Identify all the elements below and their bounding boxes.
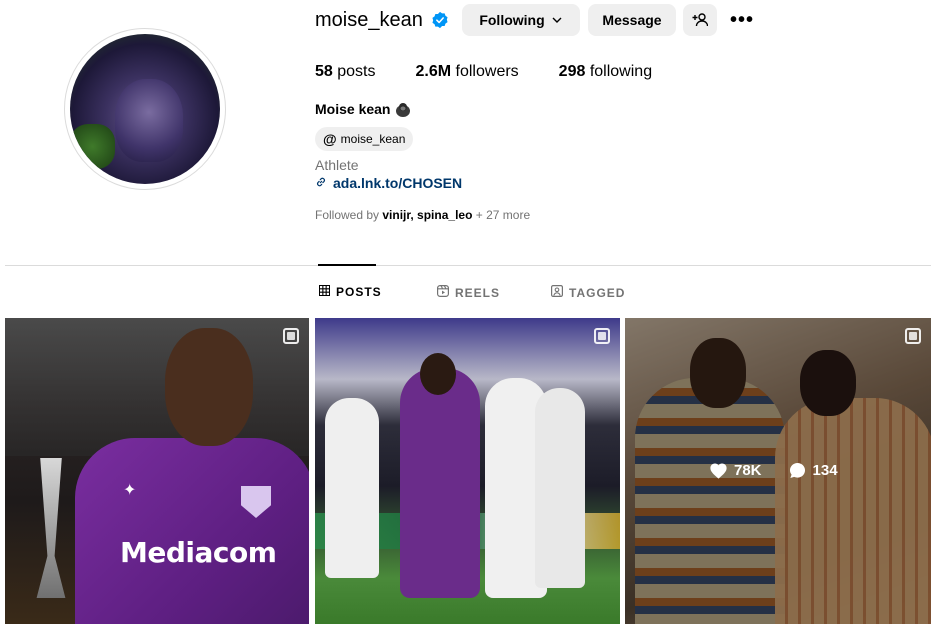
posts-count: 58 <box>315 63 333 80</box>
opponent-player <box>535 388 585 588</box>
chevron-down-icon <box>551 14 563 26</box>
bio-link[interactable]: ada.lnk.to/CHOSEN <box>315 175 462 191</box>
tab-reels-label: REELS <box>455 285 501 300</box>
post-thumbnail-1[interactable]: ✦ Mediacom <box>5 318 309 624</box>
followed-by-prefix: Followed by <box>315 208 380 222</box>
followers-count: 2.6M <box>415 63 452 80</box>
carousel-icon <box>905 328 921 344</box>
following-button-label: Following <box>479 12 545 28</box>
trophy-image <box>36 458 66 598</box>
profile-header: moise_kean Following Message ••• <box>315 4 775 36</box>
comments-count: 134 <box>812 462 838 479</box>
post-thumbnail-3[interactable]: 78K 134 <box>625 318 931 624</box>
following-label: following <box>589 63 653 80</box>
posts-label: posts <box>337 63 376 80</box>
player-head <box>165 328 253 446</box>
active-tab-indicator <box>318 264 376 266</box>
followed-by[interactable]: Followed by vinijr, spina_leo + 27 more <box>315 208 530 222</box>
following-button[interactable]: Following <box>462 4 580 36</box>
threads-handle: moise_kean <box>340 132 406 146</box>
threads-icon: @ <box>323 131 337 147</box>
player-head <box>420 353 456 395</box>
category-label: Athlete <box>315 157 359 173</box>
comments-stat: 134 <box>788 461 838 480</box>
posts-stat: 58 posts <box>315 63 376 81</box>
full-name: Moise kean <box>315 101 411 117</box>
followers-stat[interactable]: 2.6M followers <box>416 63 519 81</box>
tab-tagged[interactable]: TAGGED <box>551 285 625 300</box>
add-user-icon <box>692 12 708 28</box>
likes-stat: 78K <box>709 462 762 479</box>
threads-badge[interactable]: @ moise_kean <box>315 127 414 151</box>
carousel-icon <box>594 328 610 344</box>
carousel-icon <box>283 328 299 344</box>
suggested-users-button[interactable] <box>683 4 717 36</box>
kappa-logo-icon: ✦ <box>123 482 137 499</box>
post-hover-stats: 78K 134 <box>709 461 864 480</box>
purple-jersey <box>75 438 309 624</box>
profile-avatar[interactable] <box>64 28 226 190</box>
grid-icon <box>318 284 331 299</box>
avatar-gorilla <box>115 79 183 162</box>
tab-posts-label: POSTS <box>336 285 382 299</box>
message-button[interactable]: Message <box>588 4 676 36</box>
followed-by-names: vinijr, spina_leo <box>382 208 473 222</box>
jersey-sponsor: Mediacom <box>120 536 277 569</box>
avatar-image <box>70 34 220 184</box>
username: moise_kean <box>315 8 423 31</box>
player-purple-kit <box>400 368 480 598</box>
full-name-text: Moise kean <box>315 101 391 117</box>
gorilla-emoji-icon <box>395 102 411 117</box>
verified-badge-icon <box>431 11 449 29</box>
bio-link-text: ada.lnk.to/CHOSEN <box>333 175 463 191</box>
tab-reels[interactable]: REELS <box>437 285 500 300</box>
likes-count: 78K <box>734 462 762 479</box>
comment-icon <box>788 461 813 480</box>
link-icon <box>315 176 327 191</box>
followed-by-more: + 27 more <box>475 208 531 222</box>
profile-stats: 58 posts 2.6M followers 298 following <box>315 63 692 81</box>
following-stat[interactable]: 298 following <box>559 63 652 81</box>
followers-label: followers <box>455 63 519 80</box>
tab-tagged-label: TAGGED <box>569 285 626 300</box>
avatar-leaf <box>70 124 115 169</box>
tabs-divider <box>5 265 931 266</box>
more-options-button[interactable]: ••• <box>729 4 755 36</box>
following-count: 298 <box>558 63 586 80</box>
post-thumbnail-2[interactable] <box>315 318 620 624</box>
tab-posts[interactable]: POSTS <box>318 284 382 299</box>
opponent-player <box>325 398 379 578</box>
stadium-background <box>5 318 309 456</box>
reels-icon <box>437 285 450 300</box>
heart-icon <box>709 462 734 479</box>
tagged-icon <box>551 285 564 300</box>
